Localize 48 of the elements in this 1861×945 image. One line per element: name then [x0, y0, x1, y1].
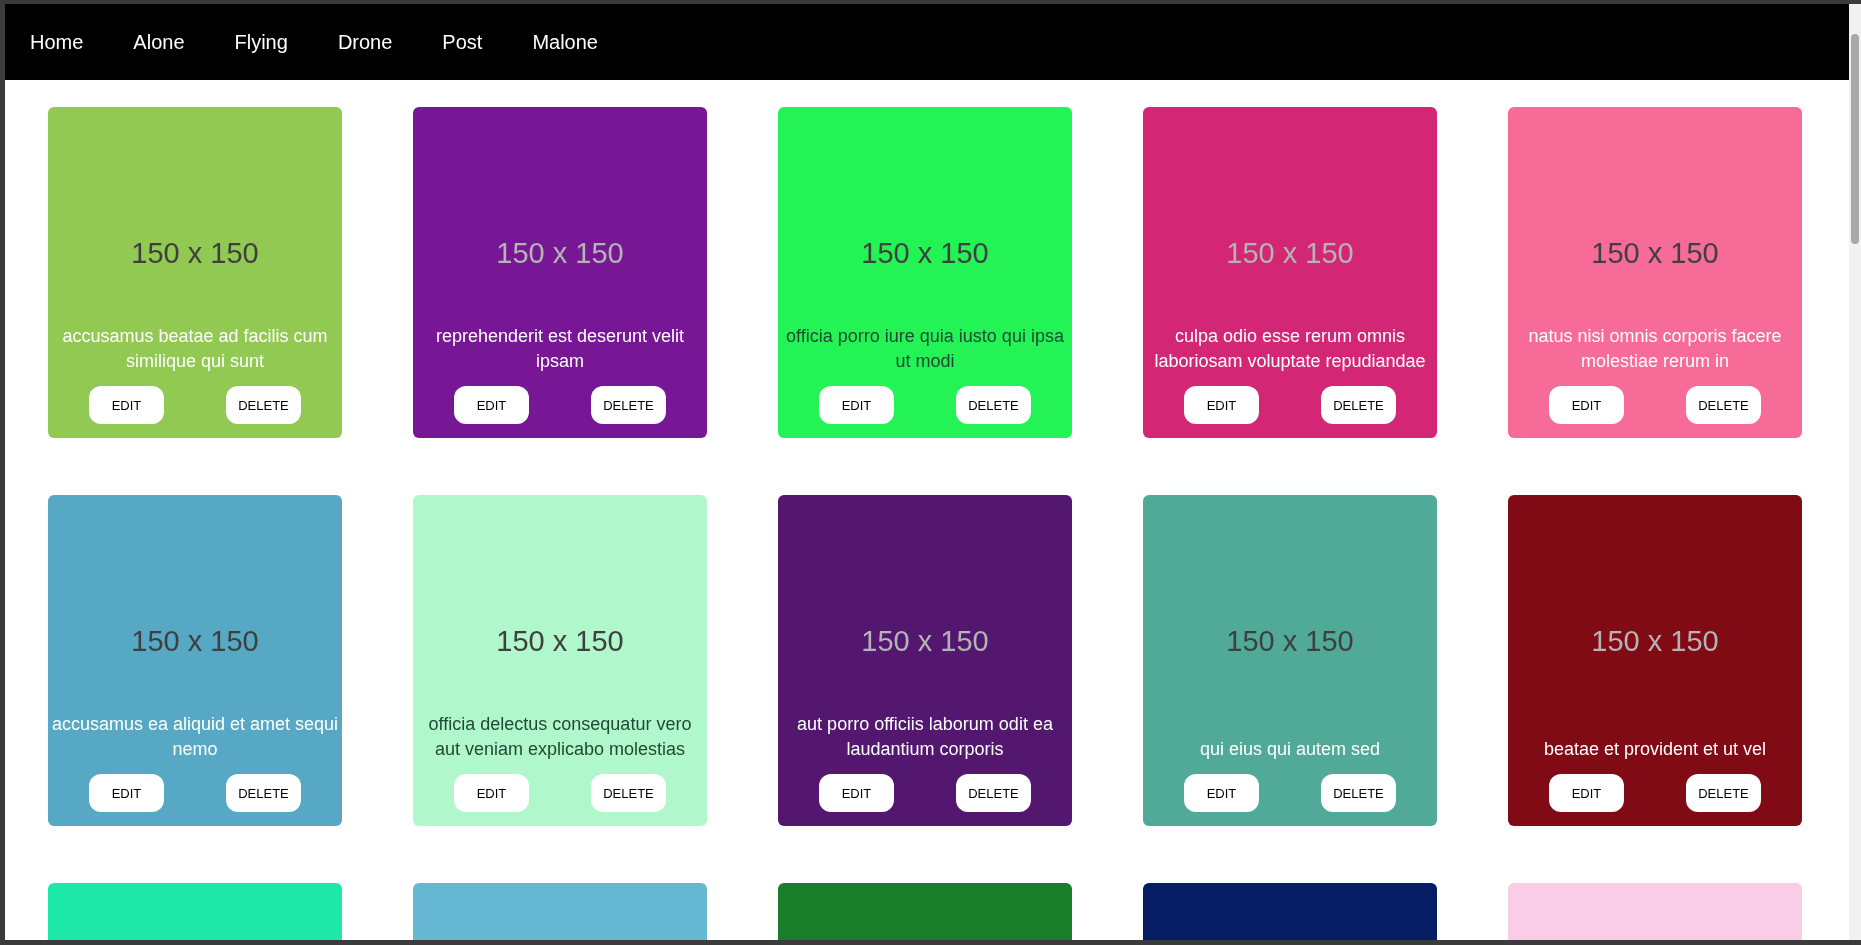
edit-button[interactable]: EDIT — [819, 774, 894, 812]
delete-button[interactable]: DELETE — [591, 386, 666, 424]
card-title: culpa odio esse rerum omnis laboriosam voluptate repudiandae — [1153, 325, 1427, 373]
edit-button[interactable]: EDIT — [1184, 386, 1259, 424]
edit-button[interactable]: EDIT — [1549, 386, 1624, 424]
image-placeholder-text: 150 x 150 — [130, 625, 260, 658]
edit-button[interactable]: EDIT — [454, 774, 529, 812]
image-placeholder-text: 150 x 150 — [1225, 625, 1355, 658]
image-placeholder-text: 150 x 150 — [860, 237, 990, 270]
delete-button[interactable]: DELETE — [956, 774, 1031, 812]
nav-link[interactable]: Flying — [234, 30, 288, 54]
delete-button[interactable]: DELETE — [1686, 386, 1761, 424]
edit-button[interactable]: EDIT — [1549, 774, 1624, 812]
card-title: accusamus beatae ad facilis cum similique qui sunt — [61, 325, 329, 373]
card-title: reprehenderit est deserunt velit ipsam — [434, 325, 686, 373]
image-placeholder-text: 150 x 150 — [860, 625, 990, 658]
delete-button[interactable]: DELETE — [226, 774, 301, 812]
card-title: qui eius qui autem sed — [1198, 738, 1382, 761]
nav-link[interactable]: Malone — [532, 30, 598, 54]
image-placeholder-text: 150 x 150 — [1590, 237, 1720, 270]
delete-button[interactable]: DELETE — [956, 386, 1031, 424]
card-title: accusamus ea aliquid et amet sequi nemo — [50, 713, 340, 761]
image-placeholder-text: 150 x 150 — [130, 237, 260, 270]
card-title: natus nisi omnis corporis facere molestiae rerum in — [1527, 325, 1783, 373]
delete-button[interactable]: DELETE — [1321, 774, 1396, 812]
nav-link[interactable]: Home — [30, 30, 84, 54]
delete-button[interactable]: DELETE — [226, 386, 301, 424]
nav-link[interactable]: Post — [442, 30, 483, 54]
edit-button[interactable]: EDIT — [1184, 774, 1259, 812]
delete-button[interactable]: DELETE — [1686, 774, 1761, 812]
delete-button[interactable]: DELETE — [591, 774, 666, 812]
edit-button[interactable]: EDIT — [89, 774, 164, 812]
scrollbar-thumb[interactable] — [1851, 34, 1859, 244]
edit-button[interactable]: EDIT — [454, 386, 529, 424]
delete-button[interactable]: DELETE — [1321, 386, 1396, 424]
nav-link[interactable]: Drone — [337, 30, 393, 54]
image-placeholder-text: 150 x 150 — [495, 625, 625, 658]
image-placeholder-text: 150 x 150 — [495, 237, 625, 270]
scrollbar[interactable] — [1849, 4, 1861, 940]
card-title: officia porro iure quia iusto qui ipsa ut modi — [785, 325, 1065, 373]
image-placeholder-text: 150 x 150 — [1590, 625, 1720, 658]
edit-button[interactable]: EDIT — [89, 386, 164, 424]
edit-button[interactable]: EDIT — [819, 386, 894, 424]
nav-link[interactable]: Alone — [133, 30, 185, 54]
card-title: beatae et provident et ut vel — [1542, 738, 1768, 761]
image-placeholder-text: 150 x 150 — [1225, 237, 1355, 270]
card-title: officia delectus consequatur vero aut veniam explicabo molestias — [427, 713, 693, 761]
card-title: aut porro officiis laborum odit ea laudantium corporis — [796, 713, 1054, 761]
